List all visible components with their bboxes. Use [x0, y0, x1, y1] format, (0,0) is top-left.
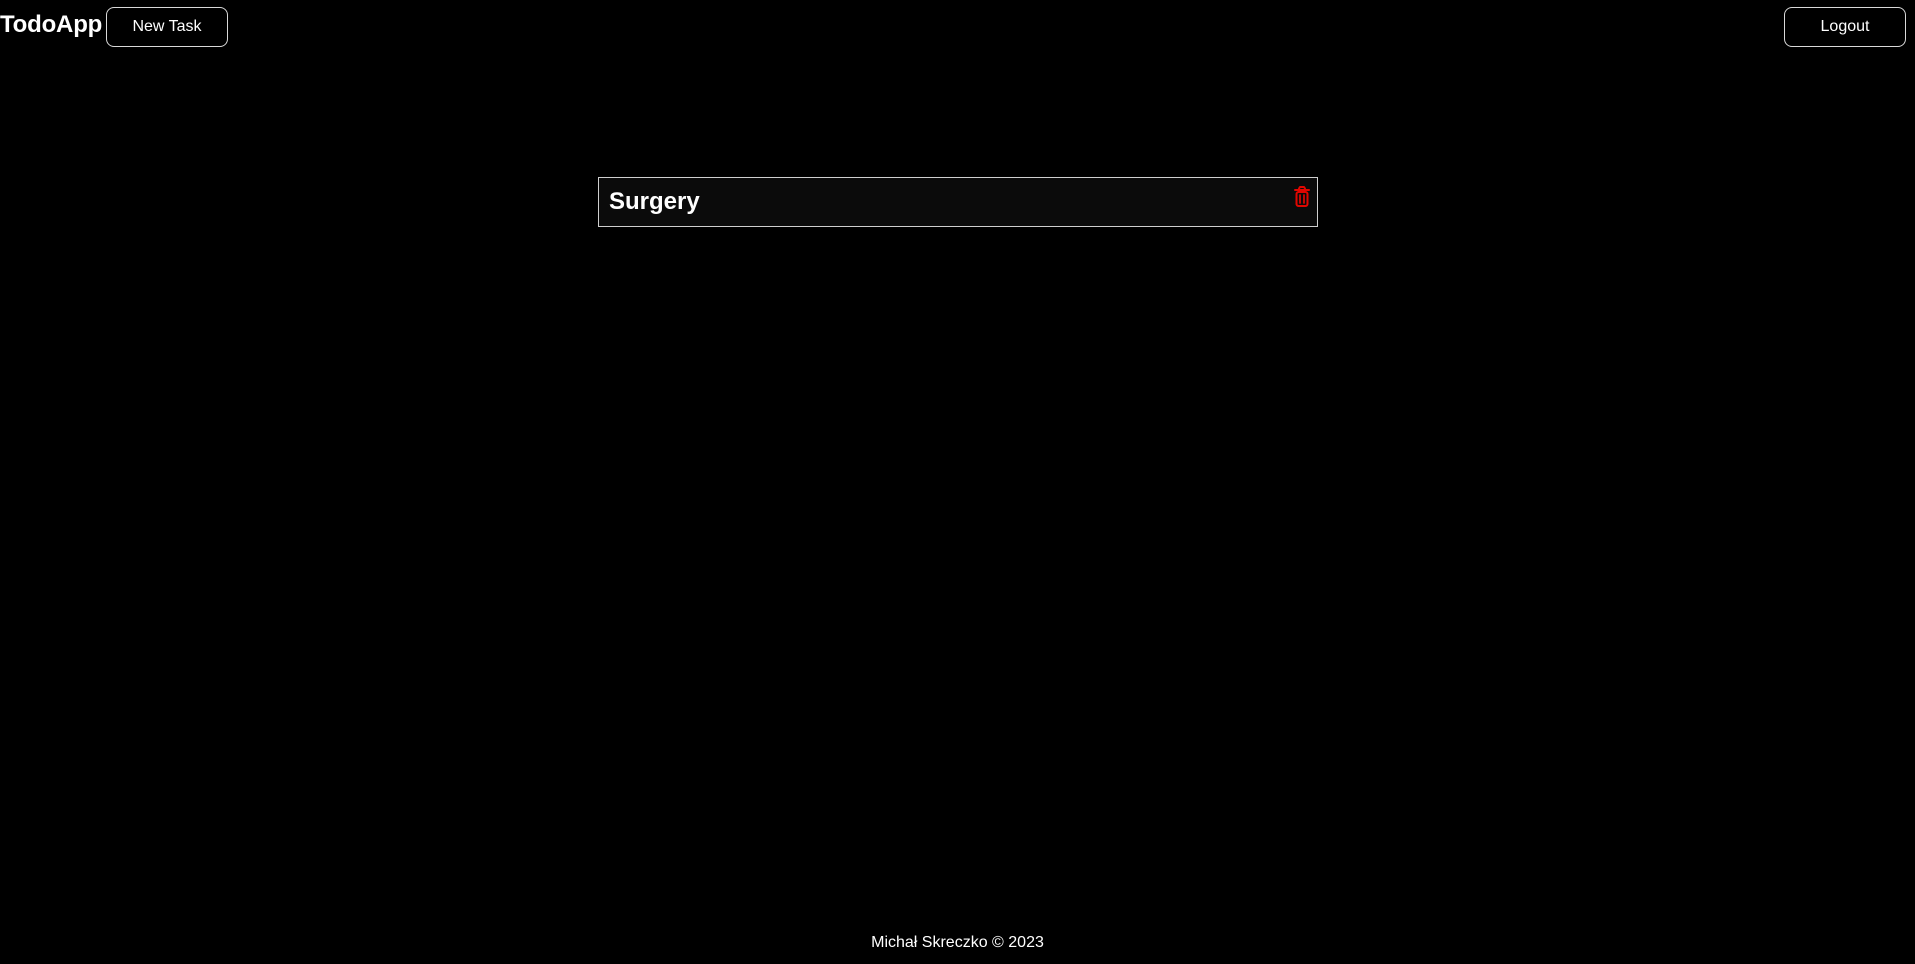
new-task-button[interactable]: New Task — [106, 7, 228, 47]
app-logo[interactable]: TodoApp — [0, 10, 102, 40]
footer-copyright: Michał Skreczko © 2023 — [871, 934, 1044, 951]
task-list: Surgery — [598, 177, 1318, 227]
task-item[interactable]: Surgery — [598, 177, 1318, 227]
logout-button[interactable]: Logout — [1784, 7, 1906, 47]
trash-icon[interactable] — [1293, 186, 1311, 208]
app-page: TodoApp New Task Logout Surgery Michał S… — [0, 0, 1915, 964]
top-navigation: TodoApp New Task Logout — [0, 0, 1915, 56]
task-title: Surgery — [609, 188, 700, 215]
